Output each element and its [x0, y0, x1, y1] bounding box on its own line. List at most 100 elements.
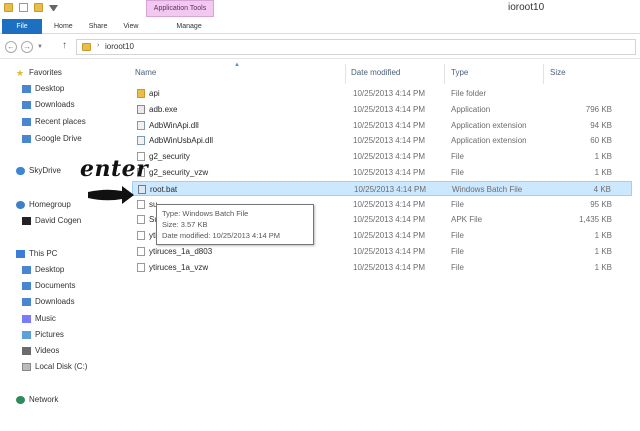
column-header-date-modified[interactable]: Date modified: [351, 68, 400, 77]
folder-icon: [137, 89, 145, 98]
nav-this-pc-local-disk[interactable]: Local Disk (C:): [22, 362, 87, 371]
nav-label: Homegroup: [29, 200, 71, 209]
file-row[interactable]: ytiruces_1a_vzw 10/25/2013 4:14 PM File 1 K…: [132, 260, 632, 275]
nav-favorites-google-drive[interactable]: Google Drive: [22, 134, 82, 143]
file-size: 1 KB: [594, 231, 612, 241]
nav-favorites-recent-places[interactable]: Recent places: [22, 117, 86, 126]
nav-this-pc-videos[interactable]: Videos: [22, 346, 59, 355]
file-name: ytiruces_1a_d803: [149, 247, 213, 256]
file-type: File folder: [451, 89, 487, 98]
sort-indicator-icon: ▲: [234, 62, 240, 68]
file-icon: [137, 199, 145, 209]
nav-homegroup-user[interactable]: David Cogen: [22, 216, 81, 225]
chevron-down-icon[interactable]: [49, 5, 58, 14]
nav-label: Downloads: [35, 297, 75, 306]
file-row[interactable]: AdbWinUsbApi.dll 10/25/2013 4:14 PM Applic…: [132, 133, 632, 148]
homegroup-icon: [16, 200, 25, 209]
file-date: 10/25/2013 4:14 PM: [354, 184, 427, 194]
file-size: 60 KB: [590, 136, 612, 146]
nav-this-pc-documents[interactable]: Documents: [22, 281, 75, 290]
column-divider[interactable]: [345, 64, 346, 84]
nav-homegroup[interactable]: Homegroup: [16, 200, 71, 209]
file-name: ytiruces_1a_vzw: [149, 262, 209, 272]
file-date: 10/25/2013 4:14 PM: [353, 247, 426, 256]
file-name: g2_security: [149, 152, 190, 162]
nav-this-pc-downloads[interactable]: Downloads: [22, 297, 75, 306]
file-size: 94 KB: [590, 120, 612, 130]
folder-icon[interactable]: [4, 3, 13, 12]
user-icon: [22, 216, 31, 225]
nav-skydrive[interactable]: SkyDrive: [16, 166, 61, 175]
nav-network[interactable]: Network: [16, 395, 58, 404]
google-drive-icon: [22, 134, 31, 143]
column-divider[interactable]: [444, 64, 445, 84]
forward-button[interactable]: →: [21, 41, 33, 53]
nav-this-pc-pictures[interactable]: Pictures: [22, 330, 64, 339]
file-type: Application extension: [451, 120, 527, 130]
dll-icon: [137, 136, 145, 146]
back-button[interactable]: ←: [5, 41, 17, 53]
desktop-icon: [22, 265, 31, 274]
file-size: 95 KB: [590, 199, 612, 209]
tab-home[interactable]: Home: [46, 19, 81, 34]
drive-icon: [22, 362, 31, 371]
navigation-bar: ← → ▼ ↑ › ioroot10: [0, 35, 640, 59]
file-type: File: [451, 247, 464, 256]
quick-access-toolbar: [4, 3, 58, 14]
column-header-type[interactable]: Type: [451, 68, 468, 77]
nav-this-pc-music[interactable]: Music: [22, 314, 56, 323]
file-icon: [137, 262, 145, 272]
new-folder-icon[interactable]: [34, 3, 43, 12]
file-icon: [137, 231, 145, 241]
window-title: ioroot10: [508, 2, 545, 13]
breadcrumb-current[interactable]: ioroot10: [105, 42, 134, 51]
tab-share[interactable]: Share: [81, 19, 116, 34]
breadcrumb-separator[interactable]: ›: [97, 42, 99, 49]
file-type: Application: [451, 104, 491, 114]
application-tools-context-tab: Application Tools: [146, 0, 214, 17]
file-list: ▲ Name Date modified Type Size api 10/25/…: [126, 62, 640, 431]
file-row[interactable]: g2_security 10/25/2013 4:14 PM File 1 KB: [132, 149, 632, 164]
tab-view[interactable]: View: [115, 19, 146, 34]
nav-this-pc-desktop[interactable]: Desktop: [22, 265, 64, 274]
nav-this-pc[interactable]: This PC: [16, 249, 57, 258]
documents-icon: [22, 281, 31, 290]
file-size: 1,435 KB: [579, 215, 612, 225]
tab-file[interactable]: File: [2, 19, 42, 34]
file-date: 10/25/2013 4:14 PM: [353, 89, 426, 98]
file-type: File: [451, 262, 464, 272]
column-header-name[interactable]: Name: [135, 68, 156, 77]
file-size: 1 KB: [594, 168, 612, 177]
file-row[interactable]: adb.exe 10/25/2013 4:14 PM Application 796 …: [132, 102, 632, 117]
file-row[interactable]: api 10/25/2013 4:14 PM File folder: [132, 86, 632, 101]
nav-favorites-downloads[interactable]: Downloads: [22, 100, 75, 109]
tooltip-date: Date modified: 10/25/2013 4:14 PM: [162, 231, 280, 240]
nav-favorites[interactable]: ★ Favorites: [16, 68, 62, 77]
nav-label: SkyDrive: [29, 166, 62, 175]
file-row[interactable]: AdbWinApi.dll 10/25/2013 4:14 PM Applicati…: [132, 118, 632, 133]
file-row[interactable]: g2_security_vzw 10/25/2013 4:14 PM File 1 K…: [132, 165, 632, 180]
nav-label: Local Disk (C:): [35, 362, 88, 371]
videos-icon: [22, 346, 31, 355]
up-button[interactable]: ↑: [62, 40, 67, 51]
column-divider[interactable]: [543, 64, 544, 84]
file-row[interactable]: ytiruces_1a_d803 10/25/2013 4:14 PM File 1 …: [132, 244, 632, 259]
column-header-size[interactable]: Size: [550, 68, 566, 77]
recent-places-icon: [22, 117, 31, 126]
file-size: 4 KB: [593, 184, 611, 194]
properties-icon[interactable]: [19, 3, 28, 12]
file-size: 796 KB: [585, 104, 612, 114]
file-date: 10/25/2013 4:14 PM: [353, 136, 426, 146]
recent-locations-dropdown[interactable]: ▼: [37, 44, 43, 50]
file-type: File: [451, 199, 464, 209]
address-bar[interactable]: › ioroot10: [76, 39, 636, 55]
file-row[interactable]: root.bat 10/25/2013 4:14 PM Windows Batch …: [132, 180, 632, 196]
pictures-icon: [22, 330, 31, 339]
file-name: root.bat: [150, 184, 178, 194]
downloads-icon: [22, 100, 31, 109]
file-name: AdbWinUsbApi.dll: [149, 136, 214, 146]
nav-favorites-desktop[interactable]: Desktop: [22, 84, 64, 93]
file-size: 1 KB: [594, 262, 612, 272]
tab-manage[interactable]: Manage: [168, 19, 209, 34]
file-size: 1 KB: [594, 247, 612, 256]
